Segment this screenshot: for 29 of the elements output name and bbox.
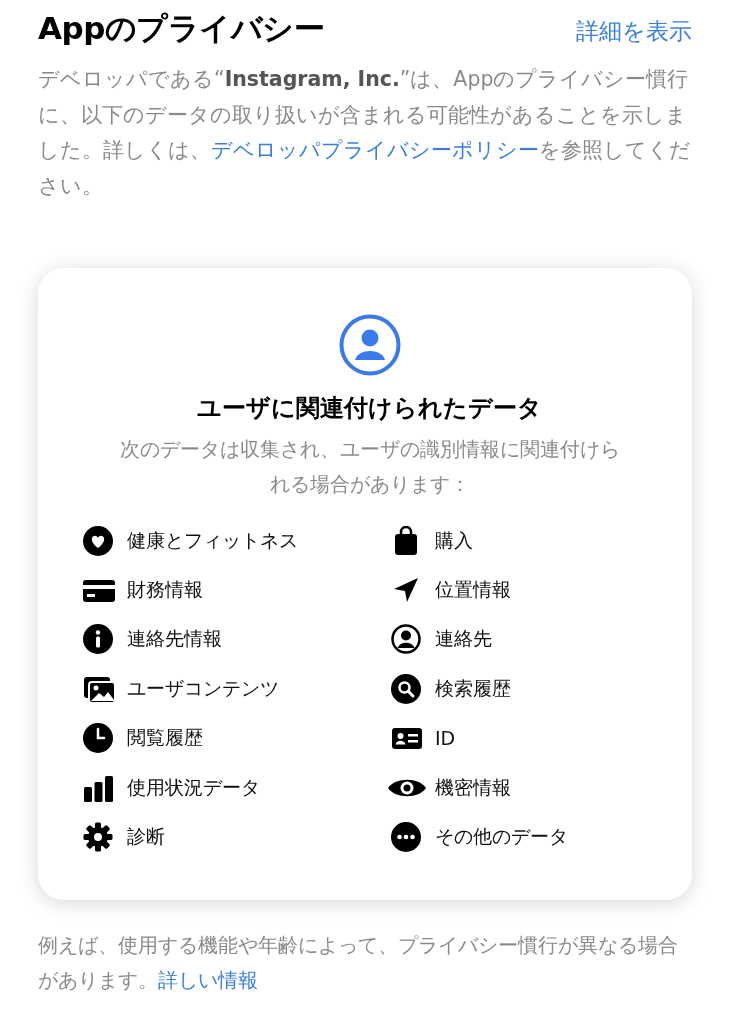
card-title: ユーザに関連付けられたデータ: [197, 393, 542, 424]
search-icon: [391, 673, 423, 704]
card-subtitle: 次のデータは収集され、ユーザの識別情報に関連付けられる場合があります：: [119, 437, 620, 498]
data-type-label: 連絡先情報: [127, 626, 222, 652]
person-circle-icon: [391, 624, 423, 655]
developer-description: デベロッパである“Instagram, Inc.”は、Appのプライバシー慣行に、以下のデータの取り扱いが含まれる可能性があることを示しました。詳しくは、デベロッパプライバシーポリシーを参照してください。: [38, 66, 692, 200]
data-type-label: ユーザコンテンツ: [127, 675, 279, 701]
privacy-policy-link[interactable]: デベロッパプライバシーポリシー: [211, 138, 539, 162]
data-type-label: 位置情報: [435, 577, 511, 603]
data-type-label: 検索履歴: [435, 675, 511, 701]
person-circle-icon: [338, 314, 401, 376]
footer-note: 例えば、使用する機能や年齢によって、プライバシー慣行が異なる場合があります。詳しい情報: [38, 931, 679, 995]
ellipsis-icon: [391, 822, 423, 853]
data-type-label: ID: [435, 727, 456, 750]
more-info-link[interactable]: 詳しい情報: [158, 968, 258, 993]
data-type-label: 連絡先: [435, 626, 492, 652]
clock-icon: [83, 723, 115, 754]
data-type-label: 財務情報: [127, 577, 203, 603]
show-details-link[interactable]: 詳細を表示: [576, 16, 692, 47]
data-type-label: 機密情報: [435, 774, 511, 800]
gear-icon: [83, 822, 115, 853]
data-type-label: 使用状況データ: [127, 774, 260, 800]
data-type-label: 閲覧履歴: [127, 725, 203, 751]
info-icon: [83, 624, 115, 655]
data-type-label: 購入: [435, 527, 473, 553]
section-title: Appのプライバシー: [38, 9, 325, 48]
data-type-label: その他のデータ: [435, 824, 568, 850]
data-type-label: 健康とフィットネス: [127, 527, 298, 553]
data-type-label: 診断: [127, 824, 165, 850]
